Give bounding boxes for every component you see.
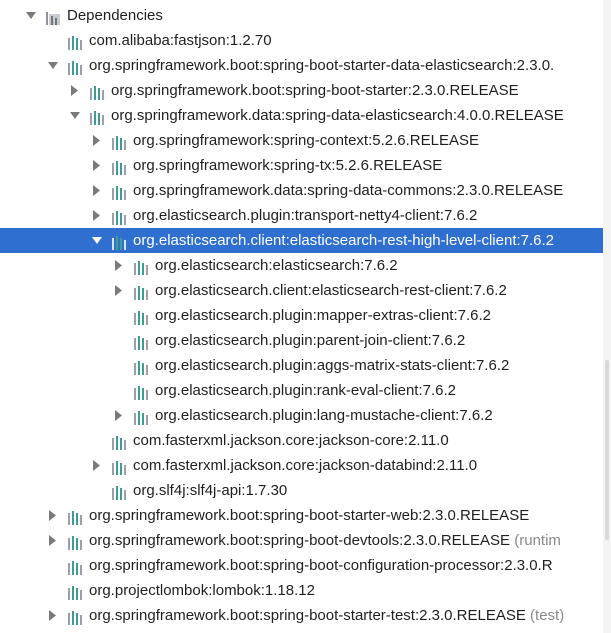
tree-row[interactable]: org.elasticsearch.plugin:lang-mustache-c… (0, 403, 603, 428)
tree-row[interactable]: org.springframework.boot:spring-boot-sta… (0, 603, 603, 628)
tree-row[interactable]: com.fasterxml.jackson.core:jackson-datab… (0, 453, 603, 478)
tree-row[interactable]: org.springframework.boot:spring-boot-sta… (0, 78, 603, 103)
tree-row-label: org.springframework.boot:spring-boot-sta… (89, 607, 565, 624)
tree-row[interactable]: com.alibaba:fastjson:1.2.70 (0, 28, 603, 53)
tree-row[interactable]: org.slf4j:slf4j-api:1.7.30 (0, 478, 603, 503)
collapse-arrow-icon[interactable] (91, 228, 103, 253)
expand-arrow-icon[interactable] (91, 178, 103, 203)
tree-row-label: org.springframework.boot:spring-boot-sta… (89, 57, 555, 74)
library-icon (111, 233, 127, 250)
tree-row[interactable]: org.springframework.data:spring-data-ela… (0, 103, 603, 128)
library-icon (67, 583, 83, 600)
library-icon (67, 533, 83, 550)
folder-icon (45, 8, 61, 25)
expand-arrow-icon[interactable] (47, 603, 59, 628)
tree-row[interactable]: org.elasticsearch.plugin:rank-eval-clien… (0, 378, 603, 403)
expand-arrow-icon[interactable] (113, 253, 125, 278)
tree-row[interactable]: org.springframework.boot:spring-boot-dev… (0, 528, 603, 553)
tree-row-label: org.elasticsearch.plugin:aggs-matrix-sta… (155, 357, 510, 374)
scope-suffix: (test) (525, 607, 565, 624)
tree-row-label: org.elasticsearch.client:elasticsearch-r… (155, 282, 507, 299)
tree-row-label: org.elasticsearch.plugin:lang-mustache-c… (155, 407, 493, 424)
tree-row-label: com.alibaba:fastjson:1.2.70 (89, 32, 272, 49)
tree-row-label: org.springframework.data:spring-data-ela… (111, 107, 564, 124)
tree-row-label: org.springframework:spring-context:5.2.6… (133, 132, 479, 149)
tree-row[interactable]: org.elasticsearch.plugin:transport-netty… (0, 203, 603, 228)
tree-row[interactable]: org.springframework.data:spring-data-com… (0, 178, 603, 203)
library-icon (111, 458, 127, 475)
library-icon (111, 158, 127, 175)
expand-arrow-icon[interactable] (91, 203, 103, 228)
expand-arrow-icon[interactable] (69, 78, 81, 103)
library-icon (133, 408, 149, 425)
tree-row-label: com.fasterxml.jackson.core:jackson-datab… (133, 457, 478, 474)
library-icon (67, 608, 83, 625)
collapse-arrow-icon[interactable] (47, 53, 59, 78)
library-icon (133, 333, 149, 350)
scrollbar-thumb[interactable] (605, 360, 609, 540)
collapse-arrow-icon[interactable] (25, 3, 37, 28)
tree-row-label: org.springframework.boot:spring-boot-sta… (111, 82, 519, 99)
library-icon (133, 308, 149, 325)
tree-row[interactable]: org.springframework:spring-context:5.2.6… (0, 128, 603, 153)
tree-row[interactable]: org.projectlombok:lombok:1.18.12 (0, 578, 603, 603)
tree-row-label: org.slf4j:slf4j-api:1.7.30 (133, 482, 288, 499)
tree-row[interactable]: org.elasticsearch.plugin:parent-join-cli… (0, 328, 603, 353)
library-icon (67, 508, 83, 525)
scope-suffix: (runtim (510, 532, 561, 549)
library-icon (111, 208, 127, 225)
library-icon (89, 108, 105, 125)
library-icon (89, 83, 105, 100)
library-icon (133, 383, 149, 400)
expand-arrow-icon[interactable] (47, 503, 59, 528)
library-icon (133, 283, 149, 300)
tree-row-label: org.elasticsearch.plugin:rank-eval-clien… (155, 382, 456, 399)
library-icon (111, 183, 127, 200)
vertical-scrollbar[interactable] (603, 0, 611, 633)
expand-arrow-icon[interactable] (91, 153, 103, 178)
tree-row[interactable]: org.elasticsearch.plugin:aggs-matrix-sta… (0, 353, 603, 378)
tree-row-label: org.springframework:spring-tx:5.2.6.RELE… (133, 157, 443, 174)
tree-row-label: org.elasticsearch.client:elasticsearch-r… (133, 232, 555, 249)
tree-row[interactable]: org.elasticsearch.client:elasticsearch-r… (0, 278, 603, 303)
expand-arrow-icon[interactable] (47, 528, 59, 553)
tree-row[interactable]: org.springframework:spring-tx:5.2.6.RELE… (0, 153, 603, 178)
library-icon (67, 33, 83, 50)
expand-arrow-icon[interactable] (91, 128, 103, 153)
tree-row-label: org.projectlombok:lombok:1.18.12 (89, 582, 315, 599)
tree-row-label: org.springframework.boot:spring-boot-dev… (89, 532, 561, 549)
tree-row[interactable]: org.springframework.boot:spring-boot-sta… (0, 53, 603, 78)
dependency-tree: Dependencies com.alibaba:fastjson:1.2.70 o… (0, 3, 603, 628)
tree-row-label: org.elasticsearch.plugin:mapper-extras-c… (155, 307, 491, 324)
collapse-arrow-icon[interactable] (69, 103, 81, 128)
expand-arrow-icon[interactable] (91, 453, 103, 478)
library-icon (111, 133, 127, 150)
tree-row[interactable]: org.springframework.boot:spring-boot-sta… (0, 503, 603, 528)
library-icon (111, 433, 127, 450)
tree-row[interactable]: org.elasticsearch.plugin:mapper-extras-c… (0, 303, 603, 328)
tree-row[interactable]: org.elasticsearch:elasticsearch:7.6.2 (0, 253, 603, 278)
library-icon (67, 58, 83, 75)
tree-row[interactable]: org.springframework.boot:spring-boot-con… (0, 553, 603, 578)
library-icon (133, 358, 149, 375)
tree-row-label: org.springframework.boot:spring-boot-sta… (89, 507, 530, 524)
tree-row-label: org.elasticsearch.plugin:transport-netty… (133, 207, 478, 224)
expand-arrow-icon[interactable] (113, 403, 125, 428)
tree-row[interactable]: Dependencies (0, 3, 603, 28)
library-icon (133, 258, 149, 275)
tree-row-label: com.fasterxml.jackson.core:jackson-core:… (133, 432, 449, 449)
tree-row-label: org.springframework.boot:spring-boot-con… (89, 557, 553, 574)
tree-row[interactable]: org.elasticsearch.client:elasticsearch-r… (0, 228, 603, 253)
tree-row-label: Dependencies (67, 7, 163, 24)
expand-arrow-icon[interactable] (113, 278, 125, 303)
library-icon (67, 558, 83, 575)
tree-row-label: org.elasticsearch.plugin:parent-join-cli… (155, 332, 466, 349)
tree-row-label: org.springframework.data:spring-data-com… (133, 182, 564, 199)
tree-row-label: org.elasticsearch:elasticsearch:7.6.2 (155, 257, 398, 274)
library-icon (111, 483, 127, 500)
tree-row[interactable]: com.fasterxml.jackson.core:jackson-core:… (0, 428, 603, 453)
